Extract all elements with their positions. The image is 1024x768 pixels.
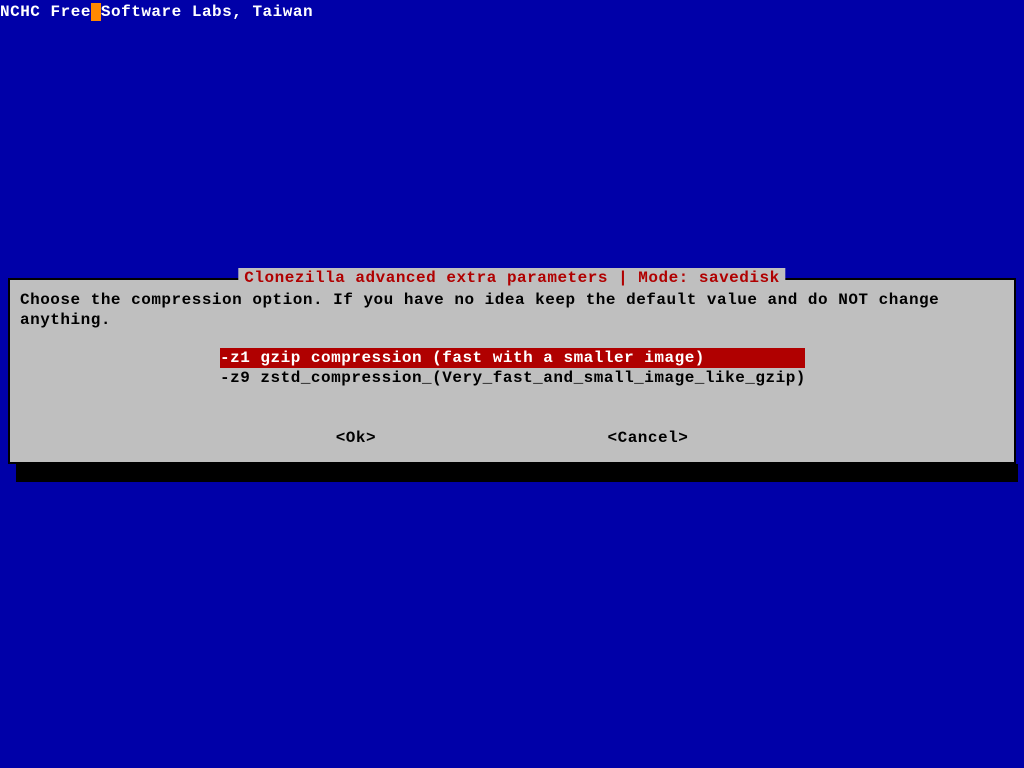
dialog-shadow xyxy=(16,464,1018,482)
button-row: <Ok> <Cancel> xyxy=(20,428,1004,448)
option-list: -z1 gzip compression (fast with a smalle… xyxy=(220,348,1004,388)
option-z1-gzip[interactable]: -z1 gzip compression (fast with a smalle… xyxy=(220,348,805,368)
dialog-message: Choose the compression option. If you ha… xyxy=(20,284,1004,330)
header-banner: NCHC Free Software Labs, Taiwan xyxy=(0,0,1024,22)
cancel-button[interactable]: <Cancel> xyxy=(607,428,688,448)
compression-dialog: Clonezilla advanced extra parameters | M… xyxy=(8,278,1016,464)
text-cursor xyxy=(91,3,101,21)
option-z9-zstd[interactable]: -z9 zstd_compression_(Very_fast_and_smal… xyxy=(220,368,806,388)
header-text-before: NCHC Free xyxy=(0,3,91,21)
dialog-container: Clonezilla advanced extra parameters | M… xyxy=(8,278,1016,482)
ok-button[interactable]: <Ok> xyxy=(336,428,376,448)
dialog-title: Clonezilla advanced extra parameters | M… xyxy=(238,268,785,288)
header-text-after: Software Labs, Taiwan xyxy=(101,3,313,21)
